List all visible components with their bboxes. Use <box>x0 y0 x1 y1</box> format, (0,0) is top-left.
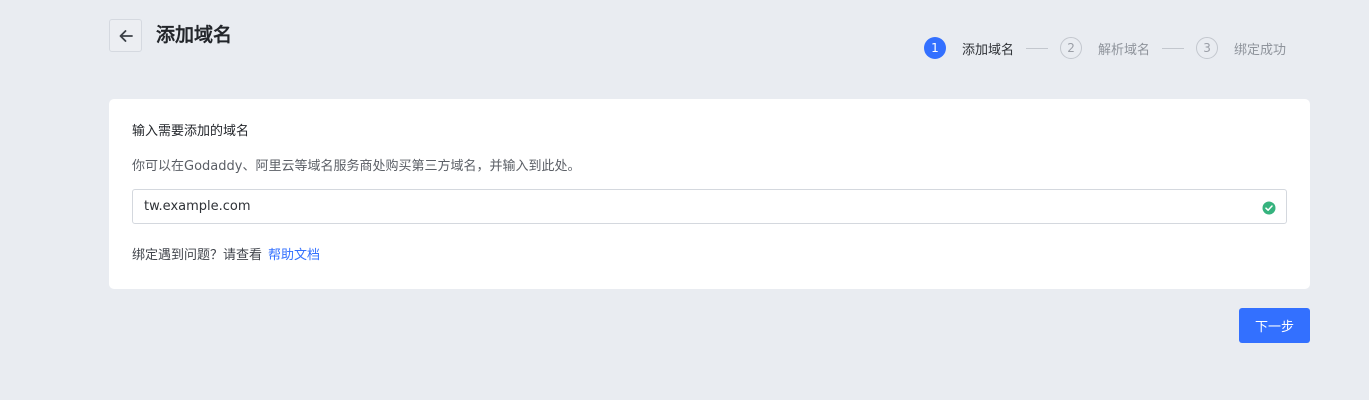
check-circle-icon <box>1262 200 1276 215</box>
step-1-label: 添加域名 <box>962 42 1015 58</box>
add-domain-card: 输入需要添加的域名 你可以在Godaddy、阿里云等域名服务商处购买第三方域名，… <box>109 99 1310 289</box>
step-connector <box>1026 47 1049 49</box>
step-3-label: 绑定成功 <box>1234 42 1287 58</box>
step-3-number: 3 <box>1196 37 1219 59</box>
step-1-number: 1 <box>924 37 946 59</box>
domain-input-field <box>132 189 1287 224</box>
help-row: 绑定遇到问题？请查看 帮助文档 <box>132 244 320 263</box>
card-description: 你可以在Godaddy、阿里云等域名服务商处购买第三方域名，并输入到此处。 <box>132 159 581 174</box>
step-connector <box>1162 47 1185 49</box>
step-3: 3 绑定成功 <box>1196 37 1286 59</box>
domain-input[interactable] <box>144 190 1244 223</box>
step-indicator: 1 添加域名 2 解析域名 3 绑定成功 <box>924 37 1286 59</box>
help-docs-link[interactable]: 帮助文档 <box>268 248 320 263</box>
step-2-number: 2 <box>1060 37 1083 59</box>
page-title: 添加域名 <box>156 24 233 46</box>
step-2: 2 解析域名 <box>1060 37 1150 59</box>
help-text: 绑定遇到问题？请查看 <box>132 248 263 263</box>
card-title: 输入需要添加的域名 <box>132 124 250 139</box>
step-1: 1 添加域名 <box>924 37 1014 59</box>
arrow-left-icon <box>117 27 135 45</box>
back-button[interactable] <box>109 19 142 52</box>
next-step-button[interactable]: 下一步 <box>1239 308 1310 343</box>
step-2-label: 解析域名 <box>1098 42 1151 58</box>
